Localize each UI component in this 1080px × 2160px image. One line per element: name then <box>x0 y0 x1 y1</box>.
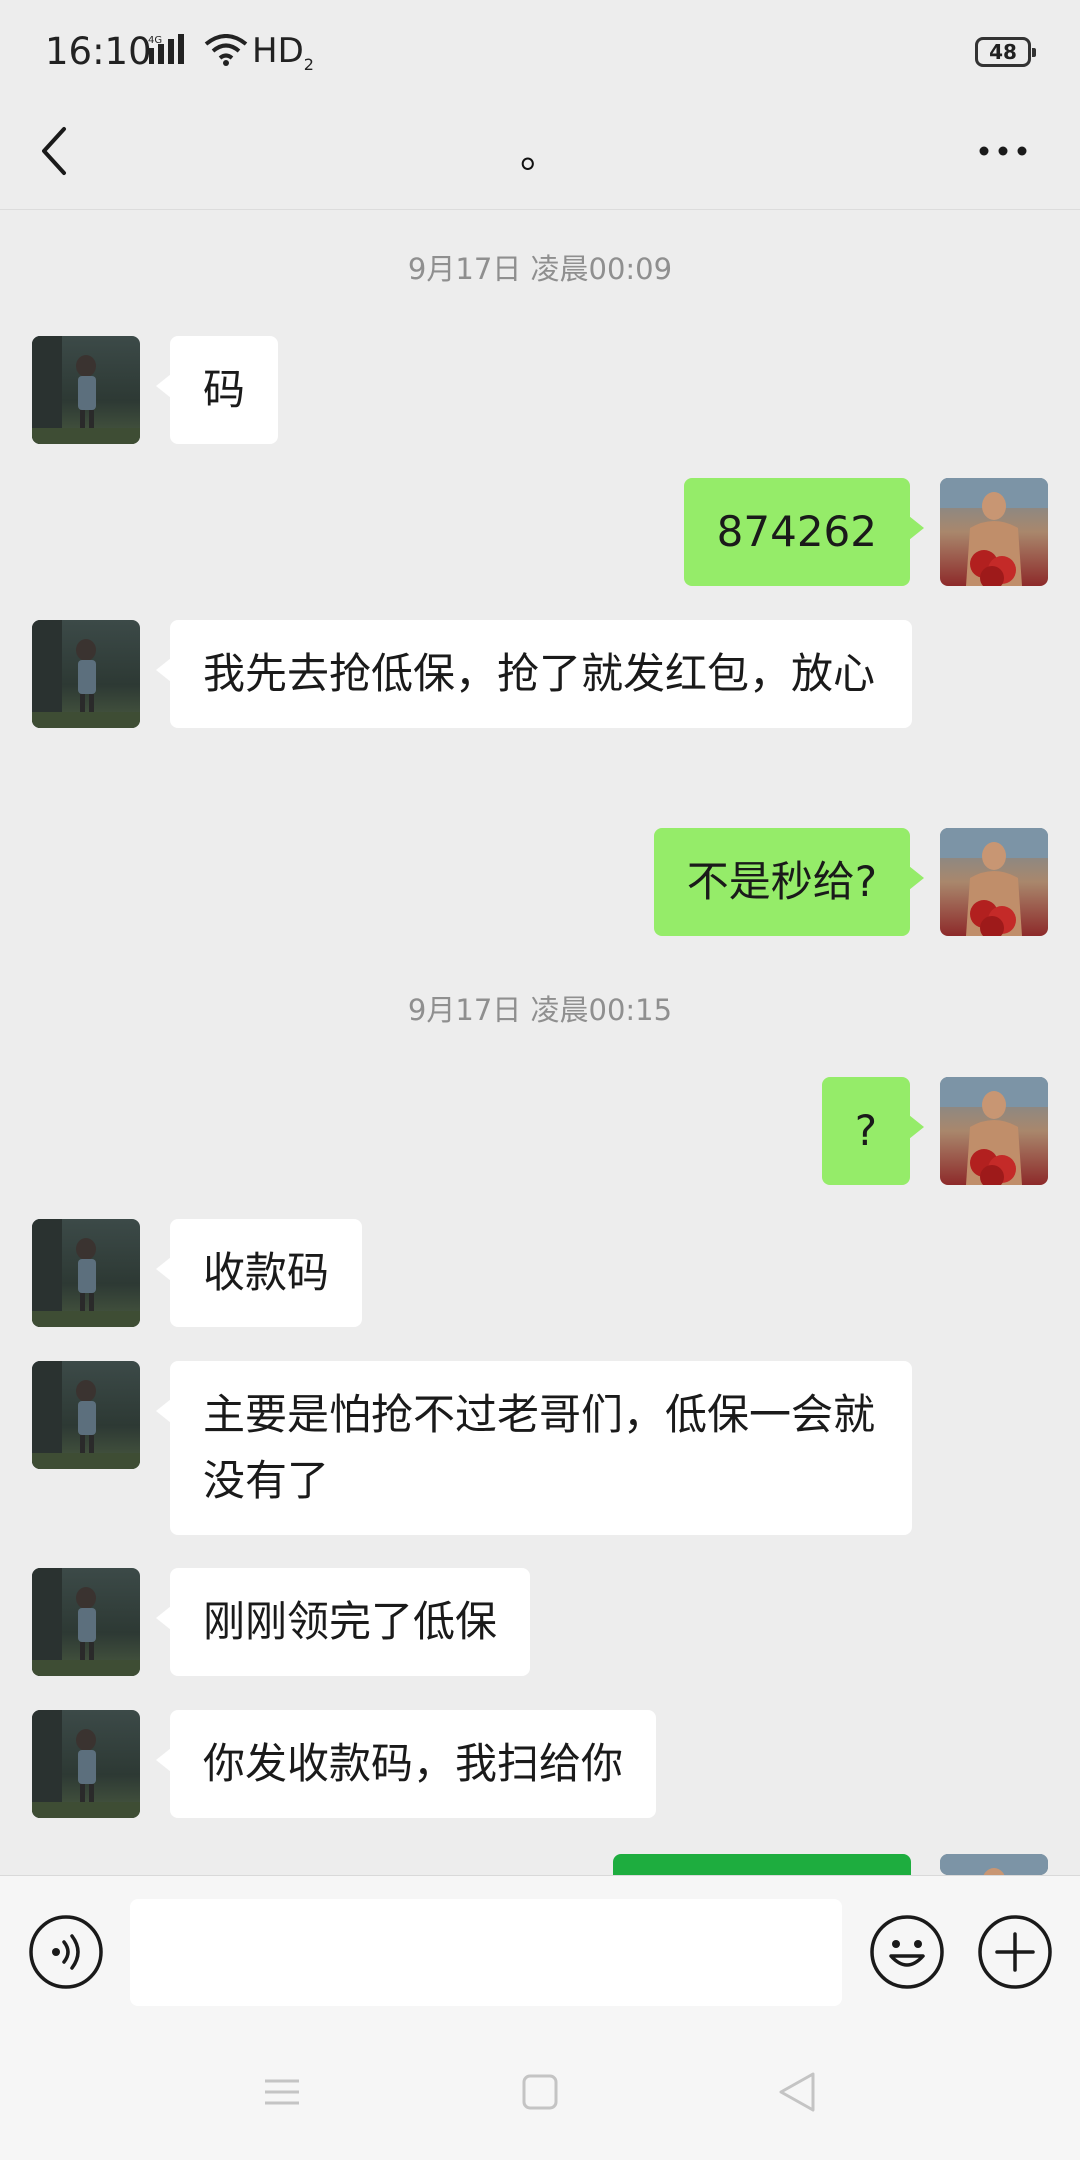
title-bar: 。 <box>0 105 1080 210</box>
signal-icon: 4G <box>148 34 194 70</box>
contact-avatar[interactable] <box>32 1219 140 1327</box>
my-avatar[interactable] <box>940 828 1048 936</box>
message-bubble-received[interactable]: 你发收款码，我扫给你 <box>155 1710 657 1818</box>
message-input[interactable] <box>130 1899 842 2006</box>
nav-home-button[interactable] <box>520 2072 560 2112</box>
message-bubble-received[interactable]: 我先去抢低保，抢了就发红包，放心 <box>156 620 912 728</box>
emoji-icon <box>870 1915 944 1989</box>
message-timestamp: 9月17日 凌晨00:15 <box>407 993 673 1027</box>
my-avatar[interactable] <box>940 478 1048 586</box>
nav-menu-button[interactable] <box>262 2072 302 2112</box>
my-avatar[interactable] <box>940 1077 1048 1185</box>
voice-icon <box>29 1915 103 1989</box>
message-bubble-sent[interactable]: 874262 <box>683 478 925 586</box>
hd-label: HD <box>252 31 304 71</box>
hd-sub: 2 <box>303 54 314 74</box>
message-bubble-sent[interactable]: ? <box>821 1077 925 1185</box>
message-list[interactable]: 9月17日 凌晨00:09 码 874262 我先去抢低保，抢了就发红包，放心 … <box>0 211 1080 1875</box>
message-bubble-received[interactable]: 码 <box>155 336 279 444</box>
status-bar: 16:10 4G HD2 48 <box>0 0 1080 105</box>
voice-button[interactable] <box>28 1914 104 1990</box>
contact-avatar[interactable] <box>32 1710 140 1818</box>
message-bubble-received[interactable]: 收款码 <box>155 1219 363 1327</box>
hd-indicator: HD2 <box>252 31 314 74</box>
home-square-icon <box>522 2074 558 2110</box>
contact-avatar[interactable] <box>32 336 140 444</box>
message-bubble-received[interactable]: 刚刚领完了低保 <box>155 1568 531 1676</box>
system-nav-bar <box>0 2025 1080 2160</box>
message-timestamp: 9月17日 凌晨00:09 <box>407 252 673 286</box>
message-bubble-sent-partial[interactable] <box>613 1854 911 1875</box>
wifi-icon <box>204 34 248 70</box>
back-triangle-icon <box>779 2072 815 2112</box>
input-bar <box>0 1875 1080 2025</box>
contact-avatar[interactable] <box>32 1568 140 1676</box>
nav-back-button[interactable] <box>775 2070 819 2114</box>
back-button[interactable] <box>28 119 92 183</box>
battery-indicator: 48 <box>975 37 1036 67</box>
chat-title: 。 <box>520 131 560 177</box>
more-button[interactable] <box>970 121 1040 181</box>
message-bubble-received[interactable]: 主要是怕抢不过老哥们，低保一会就没有了 <box>156 1361 912 1535</box>
status-time: 16:10 <box>45 30 152 73</box>
more-dots-icon <box>979 146 1027 156</box>
my-avatar[interactable] <box>940 1854 1048 1875</box>
contact-avatar[interactable] <box>32 620 140 728</box>
menu-icon <box>265 2079 299 2105</box>
emoji-button[interactable] <box>869 1914 945 1990</box>
message-bubble-sent[interactable]: 不是秒给? <box>653 828 925 936</box>
contact-avatar[interactable] <box>32 1361 140 1469</box>
more-functions-button[interactable] <box>977 1914 1053 1990</box>
chevron-left-icon <box>42 127 66 175</box>
plus-icon <box>978 1915 1052 1989</box>
